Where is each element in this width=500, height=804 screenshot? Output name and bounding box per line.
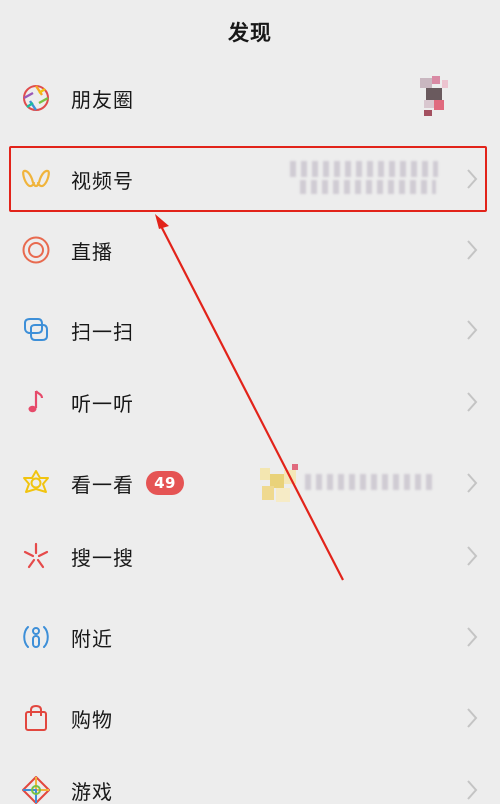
scan-icon	[21, 315, 51, 345]
menu-item-top-stories[interactable]: 看一看 49	[0, 450, 500, 516]
chevron-right-icon	[466, 391, 478, 413]
top-stories-text-blurred	[305, 474, 435, 490]
chevron-right-icon	[466, 707, 478, 729]
menu-item-label: 搜一搜	[71, 545, 134, 570]
menu-item-live[interactable]: 直播	[0, 218, 500, 282]
moments-aperture-icon	[21, 83, 51, 113]
menu-item-label: 购物	[71, 707, 113, 732]
menu-item-shopping[interactable]: 购物	[0, 686, 500, 750]
top-stories-star-icon	[21, 468, 51, 498]
menu-item-label: 附近	[71, 626, 113, 651]
nearby-person-icon	[21, 622, 51, 652]
chevron-right-icon	[466, 779, 478, 801]
chevron-right-icon	[466, 626, 478, 648]
games-diamond-icon	[21, 775, 51, 804]
page-title: 发现	[228, 21, 272, 45]
shopping-bag-icon	[21, 703, 51, 733]
unread-count-badge: 49	[146, 471, 184, 495]
menu-item-scan[interactable]: 扫一扫	[0, 298, 500, 362]
menu-item-label: 听一听	[71, 391, 134, 416]
live-target-icon	[21, 235, 51, 265]
music-note-icon	[21, 387, 51, 417]
menu-item-games[interactable]: 游戏	[0, 758, 500, 804]
chevron-right-icon	[466, 239, 478, 261]
menu-item-label: 游戏	[71, 779, 113, 804]
highlight-box	[9, 146, 487, 212]
menu-item-label: 朋友圈	[71, 87, 134, 112]
menu-item-label: 看一看	[71, 472, 134, 497]
menu-item-listen[interactable]: 听一听	[0, 370, 500, 434]
menu-item-moments[interactable]: 朋友圈	[0, 66, 500, 130]
chevron-right-icon	[466, 472, 478, 494]
nav-bar: 发现	[0, 0, 500, 66]
chevron-right-icon	[466, 545, 478, 567]
search-sparkle-icon	[21, 541, 51, 571]
menu-item-search[interactable]: 搜一搜	[0, 524, 500, 588]
top-stories-thumbnail	[258, 462, 302, 506]
menu-item-label: 扫一扫	[71, 319, 134, 344]
chevron-right-icon	[466, 319, 478, 341]
menu-item-nearby[interactable]: 附近	[0, 604, 500, 670]
moments-avatar-thumbnail	[416, 72, 452, 120]
menu-item-label: 直播	[71, 239, 113, 264]
